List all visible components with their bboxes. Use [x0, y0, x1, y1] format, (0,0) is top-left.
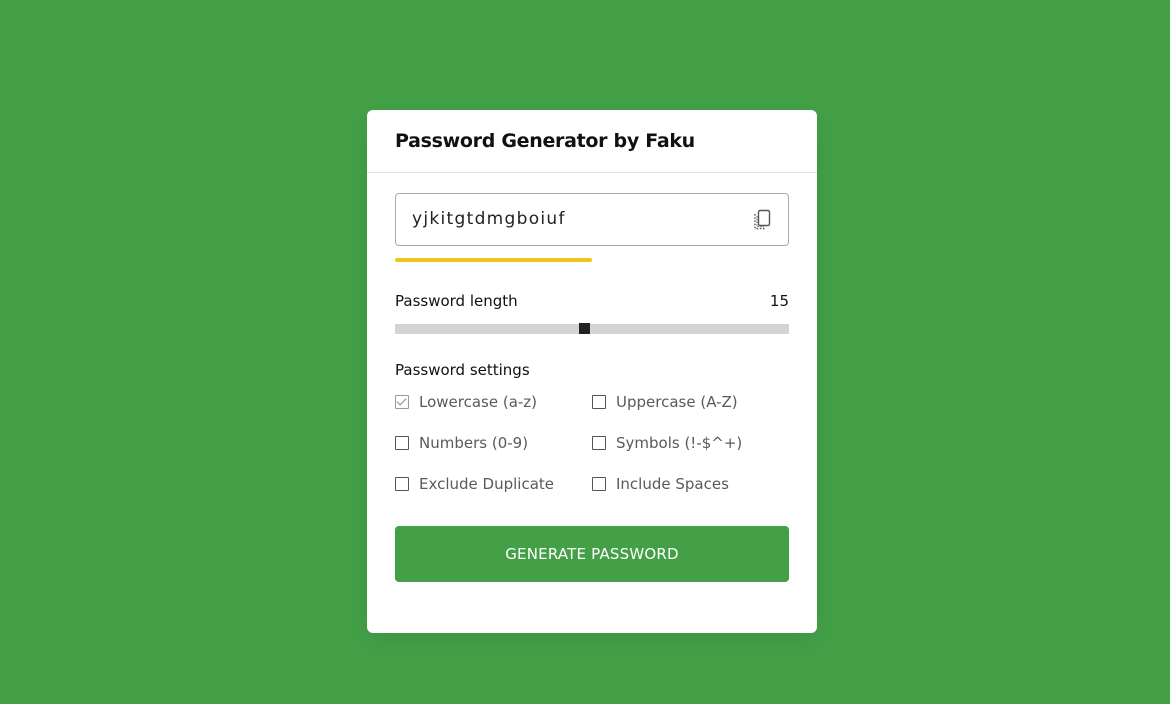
password-field[interactable]: yjkitgtdmgboiuf	[395, 193, 789, 246]
settings-label: Password settings	[395, 361, 530, 379]
copy-icon[interactable]	[752, 209, 772, 231]
option-label: Include Spaces	[616, 475, 729, 493]
option-symbols[interactable]: Symbols (!-$^+)	[592, 433, 789, 453]
option-numbers[interactable]: Numbers (0-9)	[395, 433, 592, 453]
lowercase-checkbox[interactable]	[395, 395, 409, 409]
card-content: yjkitgtdmgboiuf Password length 15 Passw…	[367, 173, 817, 582]
option-label: Lowercase (a-z)	[419, 393, 538, 411]
length-slider[interactable]	[395, 323, 789, 334]
strength-indicator	[395, 258, 789, 262]
page-title: Password Generator by Faku	[395, 130, 695, 152]
symbols-checkbox[interactable]	[592, 436, 606, 450]
numbers-checkbox[interactable]	[395, 436, 409, 450]
password-length-label: Password length	[395, 292, 518, 310]
length-row: Password length 15	[395, 291, 789, 311]
uppercase-checkbox[interactable]	[592, 395, 606, 409]
option-label: Symbols (!-$^+)	[616, 434, 743, 452]
option-uppercase[interactable]: Uppercase (A-Z)	[592, 392, 789, 412]
option-label: Numbers (0-9)	[419, 434, 529, 452]
generate-password-button[interactable]: GENERATE PASSWORD	[395, 526, 789, 582]
include-spaces-checkbox[interactable]	[592, 477, 606, 491]
strength-indicator-fill	[395, 258, 592, 262]
option-label: Uppercase (A-Z)	[616, 393, 738, 411]
option-lowercase[interactable]: Lowercase (a-z)	[395, 392, 592, 412]
password-generator-card: Password Generator by Faku yjkitgtdmgboi…	[367, 110, 817, 633]
option-label: Exclude Duplicate	[419, 475, 554, 493]
settings-options: Lowercase (a-z) Uppercase (A-Z) Numbers …	[395, 392, 789, 494]
exclude-duplicate-checkbox[interactable]	[395, 477, 409, 491]
password-value[interactable]: yjkitgtdmgboiuf	[412, 208, 566, 230]
card-header: Password Generator by Faku	[367, 110, 817, 173]
password-length-value: 15	[769, 292, 789, 310]
option-exclude-duplicate[interactable]: Exclude Duplicate	[395, 474, 592, 494]
option-include-spaces[interactable]: Include Spaces	[592, 474, 789, 494]
length-slider-thumb[interactable]	[579, 323, 590, 334]
